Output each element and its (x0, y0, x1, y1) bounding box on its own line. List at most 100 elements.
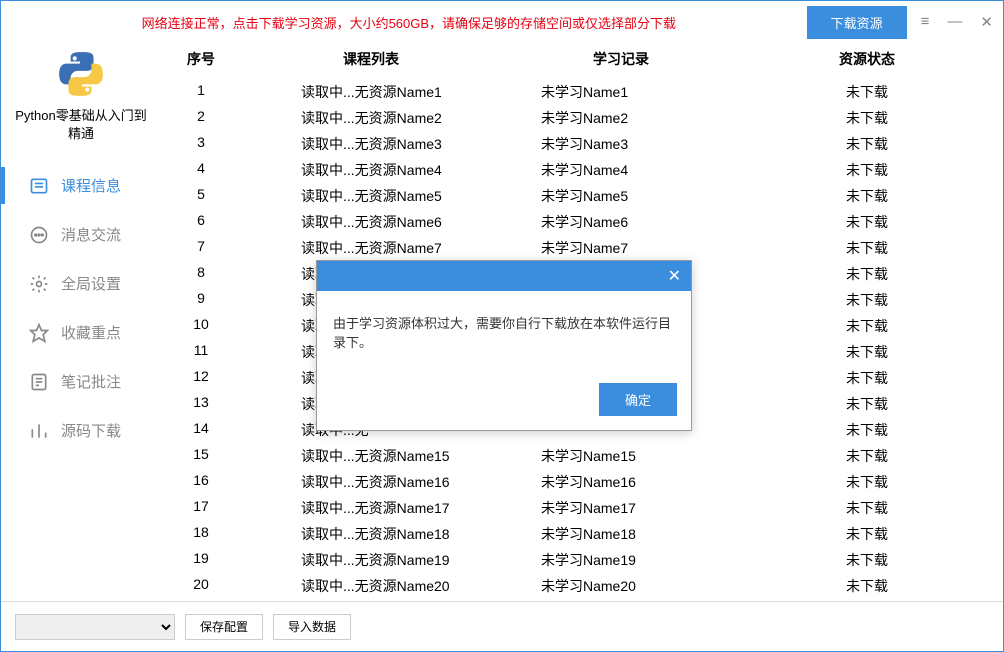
code-icon (29, 421, 49, 441)
nav-label: 课程信息 (61, 175, 121, 196)
cell-status: 未下载 (741, 498, 993, 518)
top-bar: 网络连接正常，点击下载学习资源，大小约560GB，请确保足够的存储空间或仅选择部… (1, 1, 1003, 43)
close-icon[interactable]: ✕ (980, 13, 993, 31)
cell-status: 未下载 (741, 420, 993, 440)
nav-item-4[interactable]: 笔记批注 (1, 357, 161, 406)
cell-course: 读取中...无资源Name5 (241, 186, 501, 206)
save-config-button[interactable]: 保存配置 (185, 614, 263, 640)
header-status: 资源状态 (741, 49, 993, 69)
table-row[interactable]: 7读取中...无资源Name7未学习Name7未下载 (161, 235, 993, 261)
table-row[interactable]: 1读取中...无资源Name1未学习Name1未下载 (161, 79, 993, 105)
cell-status: 未下载 (741, 316, 993, 336)
cell-study: 未学习Name18 (501, 524, 741, 544)
table-row[interactable]: 3读取中...无资源Name3未学习Name3未下载 (161, 131, 993, 157)
cell-course: 读取中...无资源Name4 (241, 160, 501, 180)
dialog: ✕ 由于学习资源体积过大，需要你自行下载放在本软件运行目录下。 确定 (316, 260, 692, 431)
nav-label: 全局设置 (61, 273, 121, 294)
cell-status: 未下载 (741, 524, 993, 544)
cell-index: 14 (161, 420, 241, 440)
cell-status: 未下载 (741, 550, 993, 570)
cell-index: 19 (161, 550, 241, 570)
app-title: Python零基础从入门到精通 (1, 107, 161, 143)
cell-status: 未下载 (741, 342, 993, 362)
cell-study: 未学习Name16 (501, 472, 741, 492)
cell-course: 读取中...无资源Name20 (241, 576, 501, 596)
chat-icon (29, 225, 49, 245)
cell-index: 11 (161, 342, 241, 362)
list-icon (29, 176, 49, 196)
notice-text: 网络连接正常，点击下载学习资源，大小约560GB，请确保足够的存储空间或仅选择部… (11, 13, 807, 32)
cell-study: 未学习Name17 (501, 498, 741, 518)
cell-status: 未下载 (741, 576, 993, 596)
cell-index: 7 (161, 238, 241, 258)
table-row[interactable]: 4读取中...无资源Name4未学习Name4未下载 (161, 157, 993, 183)
table-row[interactable]: 6读取中...无资源Name6未学习Name6未下载 (161, 209, 993, 235)
cell-status: 未下载 (741, 108, 993, 128)
nav-item-2[interactable]: 全局设置 (1, 259, 161, 308)
cell-study: 未学习Name1 (501, 82, 741, 102)
cell-index: 1 (161, 82, 241, 102)
table-row[interactable]: 15读取中...无资源Name15未学习Name15未下载 (161, 443, 993, 469)
nav-label: 消息交流 (61, 224, 121, 245)
cell-index: 3 (161, 134, 241, 154)
cell-status: 未下载 (741, 212, 993, 232)
cell-status: 未下载 (741, 186, 993, 206)
cell-index: 20 (161, 576, 241, 596)
dialog-titlebar[interactable]: ✕ (317, 261, 691, 291)
note-icon (29, 372, 49, 392)
cell-course: 读取中...无资源Name1 (241, 82, 501, 102)
footer: 保存配置 导入数据 (1, 601, 1003, 651)
table-row[interactable]: 17读取中...无资源Name17未学习Name17未下载 (161, 495, 993, 521)
cell-status: 未下载 (741, 394, 993, 414)
gear-icon (29, 274, 49, 294)
cell-study: 未学习Name3 (501, 134, 741, 154)
cell-study: 未学习Name7 (501, 238, 741, 258)
header-study: 学习记录 (501, 49, 741, 69)
menu-icon[interactable]: ≡ (921, 13, 930, 31)
cell-index: 6 (161, 212, 241, 232)
nav-label: 笔记批注 (61, 371, 121, 392)
table-row[interactable]: 2读取中...无资源Name2未学习Name2未下载 (161, 105, 993, 131)
cell-study: 未学习Name4 (501, 160, 741, 180)
cell-index: 13 (161, 394, 241, 414)
header-course: 课程列表 (241, 49, 501, 69)
cell-status: 未下载 (741, 368, 993, 388)
cell-index: 8 (161, 264, 241, 284)
import-data-button[interactable]: 导入数据 (273, 614, 351, 640)
table-row[interactable]: 18读取中...无资源Name18未学习Name18未下载 (161, 521, 993, 547)
table-row[interactable]: 19读取中...无资源Name19未学习Name19未下载 (161, 547, 993, 573)
cell-status: 未下载 (741, 472, 993, 492)
star-icon (29, 323, 49, 343)
cell-status: 未下载 (741, 238, 993, 258)
dialog-close-icon[interactable]: ✕ (668, 266, 681, 286)
nav-item-3[interactable]: 收藏重点 (1, 308, 161, 357)
table-row[interactable]: 5读取中...无资源Name5未学习Name5未下载 (161, 183, 993, 209)
cell-course: 读取中...无资源Name16 (241, 472, 501, 492)
cell-study: 未学习Name15 (501, 446, 741, 466)
cell-study: 未学习Name20 (501, 576, 741, 596)
cell-index: 15 (161, 446, 241, 466)
config-select[interactable] (15, 614, 175, 640)
table-row[interactable]: 20读取中...无资源Name20未学习Name20未下载 (161, 573, 993, 599)
download-resources-button[interactable]: 下载资源 (807, 6, 907, 39)
cell-status: 未下载 (741, 290, 993, 310)
nav-item-0[interactable]: 课程信息 (1, 161, 161, 210)
nav-item-1[interactable]: 消息交流 (1, 210, 161, 259)
nav-label: 源码下载 (61, 420, 121, 441)
cell-course: 读取中...无资源Name7 (241, 238, 501, 258)
nav-item-5[interactable]: 源码下载 (1, 406, 161, 455)
python-logo-icon (56, 49, 106, 99)
cell-index: 12 (161, 368, 241, 388)
dialog-ok-button[interactable]: 确定 (599, 383, 677, 416)
cell-index: 18 (161, 524, 241, 544)
cell-course: 读取中...无资源Name3 (241, 134, 501, 154)
cell-status: 未下载 (741, 446, 993, 466)
cell-index: 10 (161, 316, 241, 336)
cell-status: 未下载 (741, 160, 993, 180)
cell-index: 16 (161, 472, 241, 492)
table-row[interactable]: 16读取中...无资源Name16未学习Name16未下载 (161, 469, 993, 495)
minimize-icon[interactable]: — (947, 13, 962, 31)
cell-index: 9 (161, 290, 241, 310)
cell-index: 4 (161, 160, 241, 180)
cell-study: 未学习Name2 (501, 108, 741, 128)
